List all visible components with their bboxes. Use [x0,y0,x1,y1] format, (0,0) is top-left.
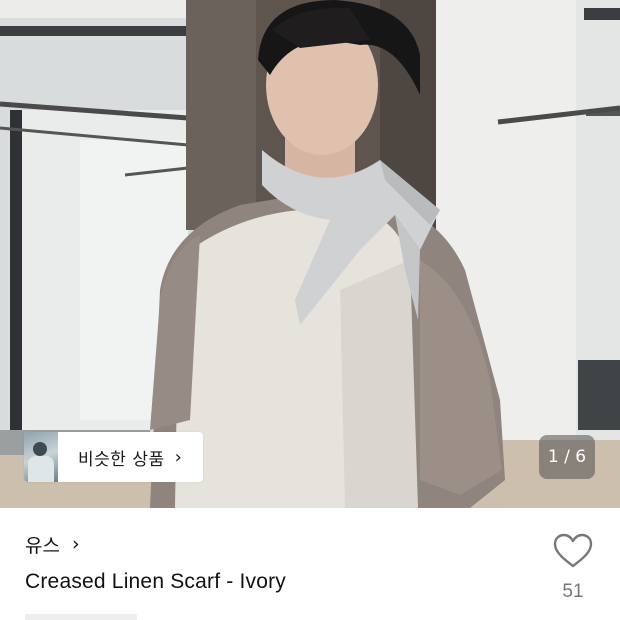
similar-products-button[interactable]: 비슷한 상품 › [24,432,203,482]
image-counter: 1 / 6 [539,435,595,479]
chevron-right-icon: › [174,446,182,468]
heart-outline-icon [553,533,593,568]
similar-product-thumbnail [24,432,58,482]
product-image[interactable]: 비슷한 상품 › 1 / 6 [0,0,620,508]
like-button[interactable]: 51 [548,533,598,609]
like-count: 51 [562,581,584,602]
product-title: Creased Linen Scarf - Ivory [25,570,287,593]
tag-placeholder [25,614,137,620]
similar-products-label: 비슷한 상품 [78,449,165,470]
chevron-right-icon: › [71,533,80,555]
brand-link[interactable]: 유스 › [25,531,80,557]
brand-name: 유스 [25,534,60,557]
